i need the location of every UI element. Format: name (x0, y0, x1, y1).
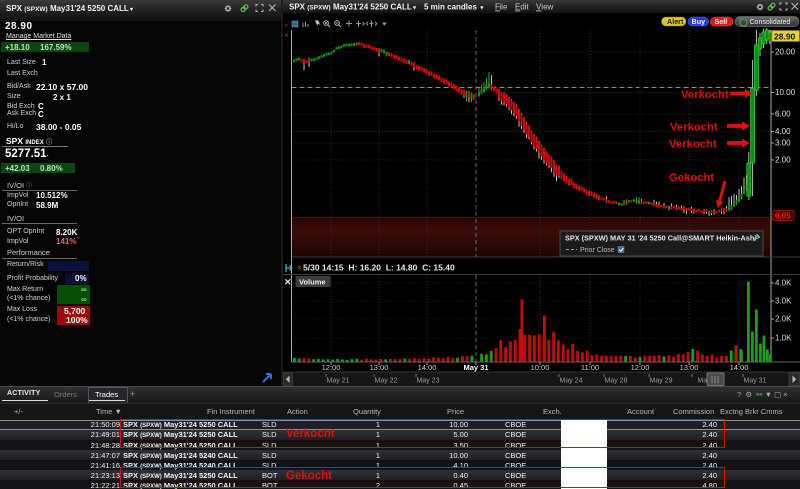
svg-text:May 31: May 31 (744, 378, 767, 385)
svg-text:May 22: May 22 (375, 378, 398, 385)
svg-text:28.90: 28.90 (774, 32, 796, 42)
svg-text:10.00: 10.00 (775, 88, 796, 97)
svg-text:May 29: May 29 (650, 378, 673, 385)
svg-text:Buy: Buy (692, 17, 706, 26)
svg-text:SPX (SPXW) May31'24 5250 CALL▼: SPX (SPXW) May31'24 5250 CALL▼ (289, 3, 417, 12)
svg-text:2.00: 2.00 (775, 156, 791, 165)
svg-text:Gekocht: Gekocht (669, 172, 714, 184)
svg-text:Verkocht: Verkocht (669, 139, 717, 151)
svg-text:4.0K: 4.0K (775, 279, 792, 288)
svg-text:0.05: 0.05 (775, 212, 791, 221)
svg-text:20.00: 20.00 (775, 48, 796, 57)
svg-text:May 23: May 23 (417, 378, 440, 385)
svg-text:2.0K: 2.0K (775, 315, 792, 324)
svg-text:3.00: 3.00 (775, 139, 791, 148)
svg-text:1.0K: 1.0K (775, 334, 792, 343)
svg-text:Prior Close: Prior Close (580, 247, 615, 254)
svg-text:3.0K: 3.0K (775, 297, 792, 306)
svg-text:Consolidated: Consolidated (750, 19, 791, 26)
svg-text:May 21: May 21 (327, 378, 350, 385)
svg-text:✕: ✕ (284, 277, 292, 287)
svg-text:4.00: 4.00 (775, 127, 791, 136)
svg-text:5/30 14:15 H: 16.20 L: 14.80: 5/30 14:15 H: 16.20 L: 14.80 C: 15.40 (303, 263, 455, 273)
svg-text:×: × (285, 23, 289, 30)
svg-text:ile: ile (499, 3, 508, 12)
svg-text:Volume: Volume (299, 278, 326, 287)
svg-text:iew: iew (541, 3, 553, 12)
svg-text:Verkocht: Verkocht (670, 122, 718, 134)
svg-text:×: × (284, 31, 289, 40)
svg-text:5 min candles ▼: 5 min candles ▼ (424, 3, 485, 12)
svg-text:×: × (297, 263, 302, 272)
svg-text:May 24: May 24 (560, 378, 583, 385)
svg-text:6.00: 6.00 (775, 110, 791, 119)
svg-text:Sell: Sell (715, 17, 728, 26)
svg-text:SPX (SPXW) MAY 31 '24 5250 Cal: SPX (SPXW) MAY 31 '24 5250 Call@SMART He… (565, 234, 756, 243)
svg-text:Verkocht: Verkocht (681, 89, 729, 101)
svg-text:dit: dit (520, 3, 529, 12)
svg-text:Alert: Alert (667, 17, 684, 26)
svg-text:May 28: May 28 (605, 378, 628, 385)
